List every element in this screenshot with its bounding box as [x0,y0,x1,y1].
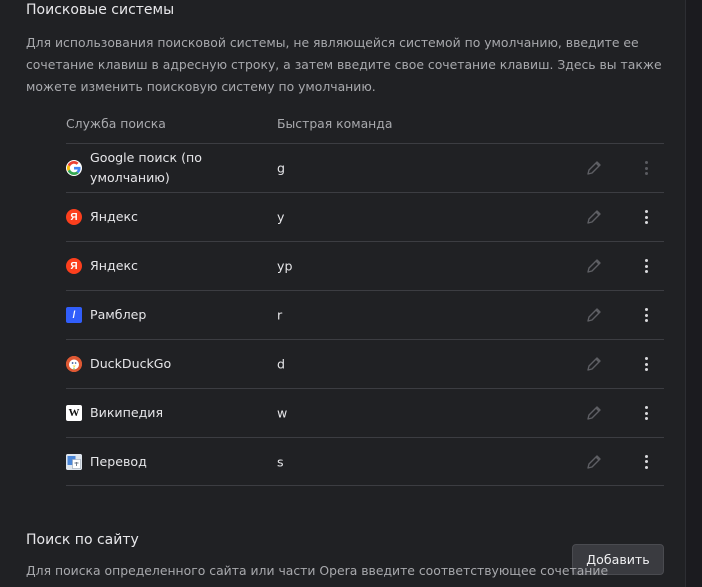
engine-name: Яндекс [90,209,138,224]
google-icon [66,160,82,176]
search-engines-table: Google поиск (по умолчанию) g Я Яндекс y… [66,143,664,486]
yandex-icon: Я [66,258,82,274]
pencil-icon[interactable] [585,355,603,373]
more-options-icon[interactable] [638,159,654,177]
engine-keyword: w [277,405,288,421]
more-options-icon[interactable] [638,257,654,275]
engine-keyword: g [277,160,285,176]
table-row: Я Яндекс y [66,192,664,241]
engine-keyword: y [277,209,285,225]
translate-icon [66,453,82,470]
engine-name: Яндекс [90,258,138,273]
table-row: / Рамблер r [66,290,664,339]
more-options-icon[interactable] [638,404,654,422]
engine-name: Википедия [90,405,164,420]
engine-keyword: d [277,356,285,372]
duckduckgo-icon [66,356,82,372]
table-row: Перевод s [66,437,664,486]
wikipedia-icon: W [66,405,82,421]
column-header-keyword: Быстрая команда [277,116,393,131]
engine-keyword: yp [277,258,293,274]
pencil-icon[interactable] [585,453,603,471]
engine-name: Google поиск (по умолчанию) [90,150,202,185]
scrollbar-track[interactable] [686,0,702,587]
search-engines-description: Для использования поисковой системы, не … [26,35,662,94]
pencil-icon[interactable] [585,306,603,324]
engine-keyword: r [277,307,283,323]
table-row: Я Яндекс yp [66,241,664,290]
pencil-icon[interactable] [585,257,603,275]
pencil-icon[interactable] [585,208,603,226]
engine-name: Рамблер [90,307,147,322]
section-title-site-search: Поиск по сайту [26,532,139,548]
table-row: DuckDuckGo d [66,339,664,388]
more-options-icon[interactable] [638,306,654,324]
pencil-icon[interactable] [585,159,603,177]
yandex-icon: Я [66,209,82,225]
more-options-icon[interactable] [638,453,654,471]
table-row: Google поиск (по умолчанию) g [66,143,664,192]
more-options-icon[interactable] [638,355,654,373]
site-search-description: Для поиска определенного сайта или части… [26,563,609,578]
rambler-icon: / [66,307,82,323]
engine-name: Перевод [90,453,147,469]
settings-panel: Поисковые системы Для использования поис… [0,0,686,587]
column-header-service: Служба поиска [66,116,166,131]
table-row: W Википедия w [66,388,664,437]
more-options-icon[interactable] [638,208,654,226]
pencil-icon[interactable] [585,404,603,422]
section-title-search-engines: Поисковые системы [26,2,175,18]
engine-keyword: s [277,454,284,469]
engine-name: DuckDuckGo [90,356,172,371]
